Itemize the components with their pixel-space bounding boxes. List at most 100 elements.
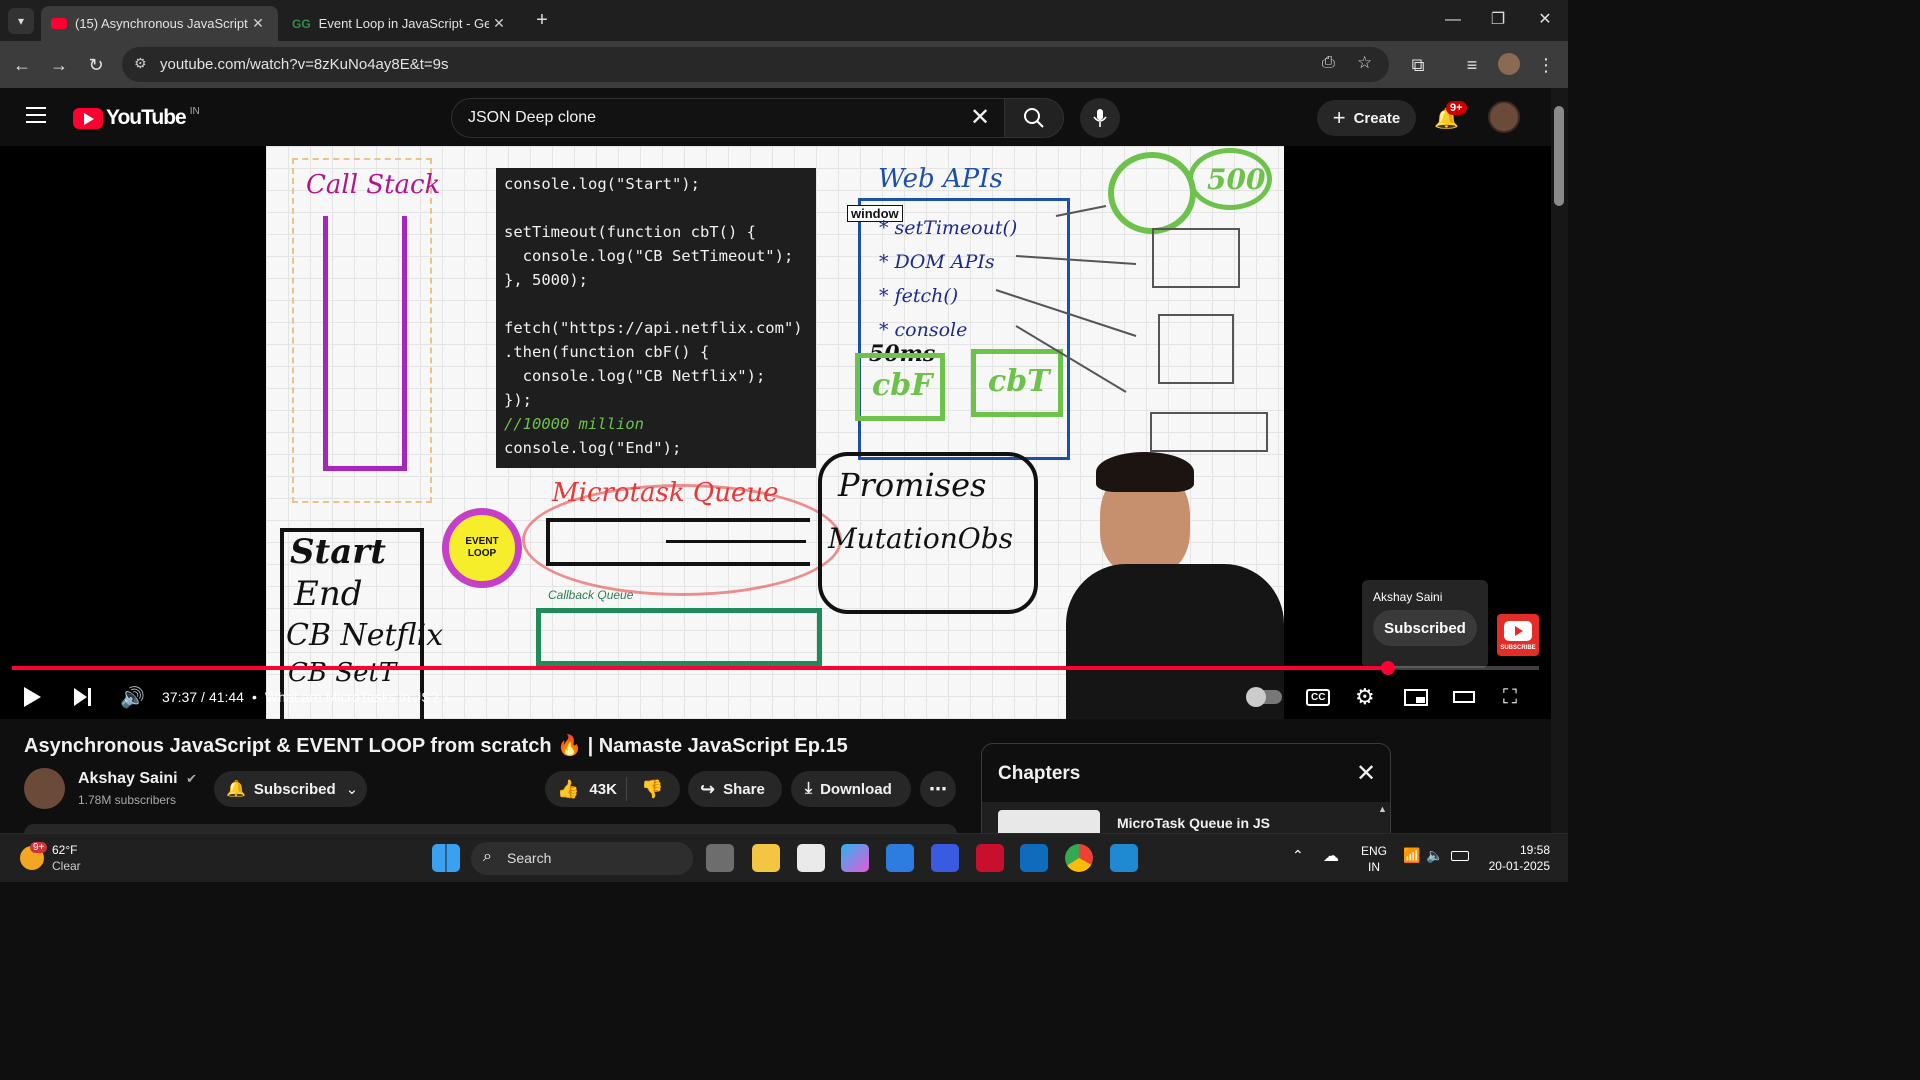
tab-search-button[interactable]: ▾ (8, 8, 34, 34)
search-button[interactable] (1004, 98, 1064, 138)
download-button[interactable]: ⤓ Download (791, 771, 911, 807)
like-button[interactable]: 👍 43K (545, 777, 627, 801)
code-line: fetch("https://api.netflix.com") (504, 319, 803, 337)
wifi-icon[interactable]: 📶 (1403, 847, 1420, 864)
copilot-icon[interactable] (841, 844, 869, 872)
web-api-item: * fetch() (879, 285, 959, 307)
tab-youtube[interactable]: (15) Asynchronous JavaScript & ✕ (41, 6, 278, 41)
next-button[interactable] (74, 682, 91, 712)
onedrive-icon[interactable]: ☁ (1323, 846, 1339, 866)
more-actions-button[interactable]: ⋯ (920, 771, 956, 807)
scrollbar-thumb[interactable] (1554, 106, 1564, 206)
chrome-icon[interactable] (1065, 844, 1093, 872)
site-info-icon[interactable]: ⚙ (134, 55, 147, 72)
back-icon[interactable]: ← (8, 51, 36, 79)
video-player[interactable]: Call Stack console.log("Start"); setTime… (0, 146, 1551, 719)
like-count: 43K (589, 780, 617, 798)
progress-played (12, 666, 1389, 670)
weather-temp: 62°F (52, 843, 78, 857)
channel-card-subscribe-button[interactable]: Subscribed (1373, 610, 1477, 646)
battery-icon[interactable] (1451, 851, 1469, 861)
bookmark-star-icon[interactable]: ☆ (1357, 53, 1372, 73)
new-tab-button[interactable]: + (530, 8, 554, 32)
fullscreen-button[interactable]: ⛶ (1503, 682, 1517, 712)
media-control-icon[interactable]: ≡ (1458, 51, 1486, 79)
search-input[interactable]: JSON Deep clone ✕ (451, 98, 1005, 138)
install-app-icon[interactable]: ⎙ (1322, 54, 1335, 72)
speaker-icon[interactable]: 🔈 (1426, 847, 1443, 864)
youtube-logo[interactable]: YouTube IN (73, 106, 200, 130)
download-icon: ⤓ (805, 780, 813, 797)
youtube-play-icon (73, 107, 103, 129)
account-avatar[interactable] (1488, 101, 1520, 133)
progress-scrubber[interactable] (1381, 661, 1396, 675)
address-bar[interactable]: ⚙ youtube.com/watch?v=8zKuNo4ay8E&t=9s ⎙… (122, 47, 1389, 82)
progress-bar[interactable] (12, 661, 1539, 675)
outlook-icon[interactable] (1020, 844, 1048, 872)
chapter-title[interactable]: What are MicroTasks in JS? (265, 689, 439, 705)
power-automate-icon[interactable] (931, 844, 959, 872)
notepad-icon[interactable] (797, 844, 825, 872)
autoplay-toggle[interactable] (1246, 682, 1282, 712)
event-loop-label: EVENT LOOP (465, 536, 499, 559)
tab-geeks[interactable]: GG Event Loop in JavaScript - Geek ✕ (282, 6, 519, 41)
show-hidden-icons[interactable]: ⌃ (1292, 847, 1304, 864)
settings-button[interactable]: ⚙ (1355, 682, 1375, 712)
hamburger-menu-icon[interactable] (26, 107, 46, 123)
subtitles-button[interactable]: CC (1306, 682, 1331, 712)
share-button[interactable]: ↪ Share (688, 771, 782, 807)
extensions-icon[interactable]: ⧉ (1404, 51, 1432, 79)
theater-mode-button[interactable] (1453, 682, 1475, 712)
weather-widget[interactable]: 9+ 62°F Clear (18, 840, 118, 878)
play-button[interactable] (24, 682, 41, 712)
reload-icon[interactable]: ↻ (82, 51, 110, 79)
dislike-button[interactable]: 👎 (627, 779, 663, 800)
volume-button[interactable]: 🔊 (120, 682, 145, 712)
channel-name[interactable]: Akshay Saini ✔ (78, 770, 197, 788)
mcafee-icon[interactable] (976, 844, 1004, 872)
search-icon: ⌕ (483, 848, 492, 865)
url-text: youtube.com/watch?v=8zKuNo4ay8E&t=9s (160, 56, 449, 73)
restore-icon[interactable]: ❐ (1475, 6, 1521, 34)
promises-bubble: Promises MutationObs (818, 452, 1038, 614)
create-button[interactable]: + Create (1317, 100, 1416, 136)
plus-icon: + (1332, 105, 1346, 130)
file-explorer-icon[interactable] (752, 844, 780, 872)
chapter-scroll-up-icon[interactable]: ▲ (1378, 804, 1387, 814)
profile-avatar[interactable] (1498, 53, 1520, 75)
microsoft-store-icon[interactable] (886, 844, 914, 872)
language-indicator[interactable]: ENG IN (1360, 843, 1388, 875)
taskbar-search[interactable]: ⌕ Search (471, 842, 693, 875)
console-output-line: Start (290, 532, 386, 572)
notifications-button[interactable]: 🔔 9+ (1434, 101, 1467, 130)
close-tab-icon[interactable]: ✕ (489, 15, 509, 32)
event-loop-badge: EVENT LOOP (442, 508, 522, 588)
code-line-comment: //10000 million (504, 415, 644, 433)
subscribe-watermark[interactable]: SUBSCRIBE (1497, 614, 1539, 656)
subscribe-button[interactable]: 🔔 Subscribed ⌄ (214, 771, 367, 807)
task-view-icon[interactable] (706, 844, 734, 872)
chapters-panel: Chapters ✕ MicroTask Queue in JS ▲ (981, 743, 1391, 843)
voice-search-button[interactable] (1080, 98, 1120, 138)
channel-avatar[interactable] (24, 768, 65, 809)
browser-toolbar: ← → ↻ ⚙ youtube.com/watch?v=8zKuNo4ay8E&… (0, 41, 1568, 88)
minimize-icon[interactable]: — (1430, 6, 1476, 34)
windows-start-icon[interactable] (432, 844, 460, 872)
close-chapters-icon[interactable]: ✕ (1356, 759, 1376, 788)
language-top: ENG (1360, 844, 1387, 858)
clock[interactable]: 19:58 20-01-2025 (1480, 842, 1550, 874)
weather-badge: 9+ (30, 842, 48, 853)
close-tab-icon[interactable]: ✕ (248, 15, 268, 32)
close-window-icon[interactable]: ✕ (1522, 6, 1568, 34)
clear-search-icon[interactable]: ✕ (970, 103, 990, 132)
microtask-arrow (666, 540, 806, 543)
menu-kebab-icon[interactable]: ⋮ (1532, 51, 1560, 79)
subscriber-count: 1.78M subscribers (78, 793, 177, 807)
vscode-icon[interactable] (1110, 844, 1138, 872)
miniplayer-button[interactable] (1404, 682, 1428, 712)
code-line: console.log("End"); (504, 439, 682, 457)
page-scrollbar[interactable] (1551, 88, 1568, 833)
forward-icon[interactable]: → (45, 51, 73, 79)
search-icon (1024, 108, 1044, 128)
